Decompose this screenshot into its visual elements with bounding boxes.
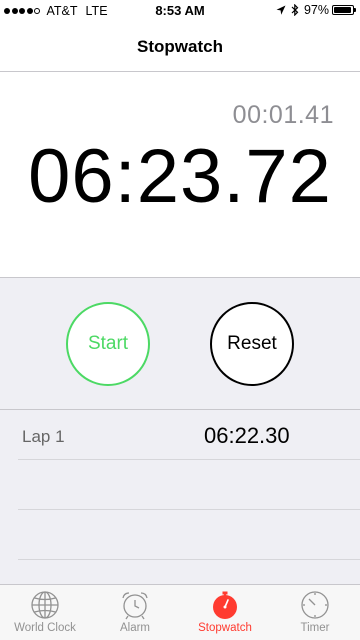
main-elapsed-time: 06:23.72 (28, 134, 332, 219)
lap-label: Lap 1 (22, 427, 65, 446)
tab-stopwatch[interactable]: Stopwatch (180, 585, 270, 640)
start-button[interactable]: Start (66, 302, 150, 386)
alarm-clock-icon (122, 592, 148, 620)
lap-list[interactable]: Lap 1 06:22.30 (0, 410, 360, 584)
lap-row: Lap 1 06:22.30 (0, 410, 360, 460)
tab-label: Alarm (119, 622, 151, 634)
tab-timer[interactable]: Timer (270, 585, 360, 640)
empty-row (0, 460, 360, 510)
lap-time: 06:22.30 (204, 423, 290, 448)
tab-label: Timer (300, 622, 330, 634)
battery-icon (332, 5, 356, 15)
stopwatch-icon (213, 591, 237, 619)
tab-label: Stopwatch (198, 622, 252, 634)
navigation-bar: Stopwatch (0, 22, 360, 72)
reset-button[interactable]: Reset (210, 302, 294, 386)
battery-fill (334, 7, 352, 13)
tab-label: World Clock (14, 622, 76, 634)
status-bar: AT&T LTE 8:53 AM 97% (0, 0, 360, 22)
control-area: Start Reset (0, 278, 360, 410)
timer-icon (301, 591, 329, 619)
time-display: 00:01.41 06:23.72 (0, 73, 360, 278)
battery-percent: 97% (303, 3, 329, 17)
page-title: Stopwatch (137, 37, 223, 56)
empty-row (0, 510, 360, 560)
tab-bar: World Clock Alarm Stopwatch Timer (0, 584, 360, 640)
tab-world-clock[interactable]: World Clock (0, 585, 90, 640)
bluetooth-icon (291, 4, 299, 16)
current-lap-time: 00:01.41 (232, 101, 334, 129)
location-arrow-icon (276, 5, 286, 15)
row-divider (18, 559, 360, 560)
globe-icon (31, 591, 59, 619)
tab-alarm[interactable]: Alarm (90, 585, 180, 640)
status-right: 97% (276, 3, 356, 17)
